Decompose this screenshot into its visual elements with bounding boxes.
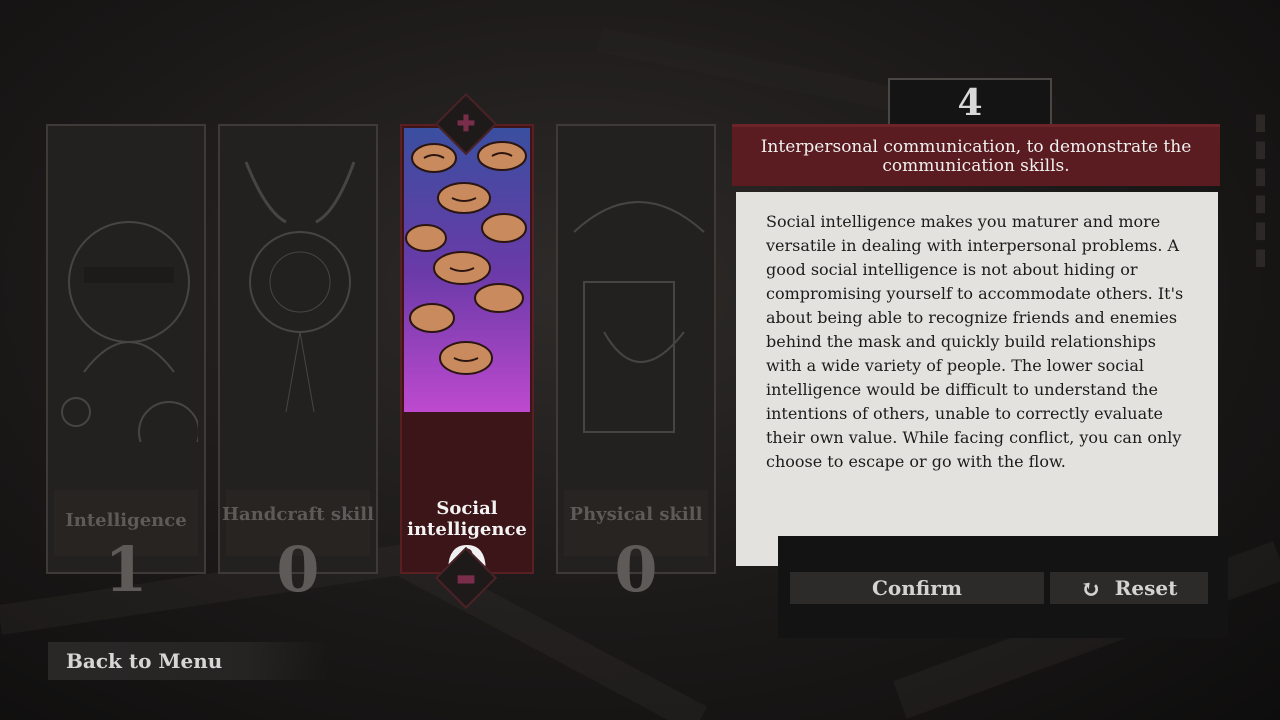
card-label: Physical skill xyxy=(569,504,703,525)
card-art-physical xyxy=(564,132,708,442)
card-value: 0 xyxy=(276,533,320,606)
card-handcraft-skill[interactable]: 0 Handcraft skill xyxy=(218,124,378,606)
card-value: 1 xyxy=(104,533,148,606)
back-to-menu-button[interactable]: Back to Menu xyxy=(48,642,330,680)
plus-icon: ✚ xyxy=(456,111,476,137)
back-label: Back to Menu xyxy=(66,649,223,673)
points-remaining: 4 xyxy=(888,78,1052,128)
card-physical-skill[interactable]: 0 Physical skill xyxy=(556,124,716,606)
description-text: Social intelligence makes you maturer an… xyxy=(766,212,1184,471)
card-value: 0 xyxy=(614,533,658,606)
description-panel: Social intelligence makes you maturer an… xyxy=(736,192,1218,566)
reset-label: Reset xyxy=(1114,576,1178,600)
card-art-social xyxy=(404,128,530,412)
reset-icon: ↻ xyxy=(1080,573,1101,603)
action-panel: Confirm ↻ Reset xyxy=(778,536,1228,638)
confirm-button[interactable]: Confirm xyxy=(790,572,1044,604)
card-label: Handcraft skill xyxy=(222,504,374,525)
confirm-label: Confirm xyxy=(871,576,963,600)
reset-button[interactable]: ↻ Reset xyxy=(1050,572,1208,604)
card-art-handcraft xyxy=(226,132,370,442)
attribute-subtitle: Interpersonal communication, to demonstr… xyxy=(732,124,1220,186)
card-intelligence[interactable]: 1 Intelligence xyxy=(46,124,206,606)
card-art-intelligence xyxy=(54,132,198,442)
card-social-intelligence[interactable]: 0 Social intelligence xyxy=(400,124,534,606)
minus-icon: ▬ xyxy=(455,565,477,591)
card-label: Intelligence xyxy=(65,510,187,531)
background-decor-text: ▮▮▮▮▮▮ xyxy=(1249,110,1274,272)
card-label: Social intelligence xyxy=(407,498,527,540)
